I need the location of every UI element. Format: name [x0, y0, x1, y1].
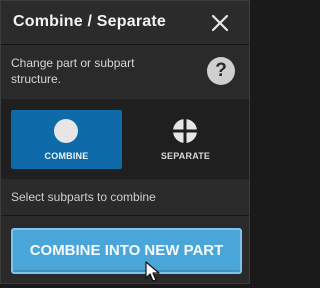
help-icon[interactable]: ?	[207, 57, 235, 85]
combine-into-new-part-button[interactable]: COMBINE INTO NEW PART	[11, 228, 242, 274]
split-circle-icon	[172, 118, 198, 144]
combine-mode-label: COMBINE	[44, 151, 89, 161]
circle-icon	[53, 118, 79, 144]
dialog-description: Change part or subpart structure.	[11, 56, 135, 86]
separate-mode-button[interactable]: SEPARATE	[130, 110, 241, 169]
close-icon[interactable]	[209, 12, 231, 34]
combine-separate-dialog: Combine / Separate Change part or subpar…	[0, 0, 250, 284]
separate-mode-label: SEPARATE	[160, 151, 211, 161]
combine-mode-button[interactable]: COMBINE	[11, 110, 122, 169]
dialog-title: Combine / Separate	[13, 13, 166, 30]
instruction-text: Select subparts to combine	[11, 190, 156, 204]
dialog-header: Combine / Separate	[1, 1, 249, 45]
